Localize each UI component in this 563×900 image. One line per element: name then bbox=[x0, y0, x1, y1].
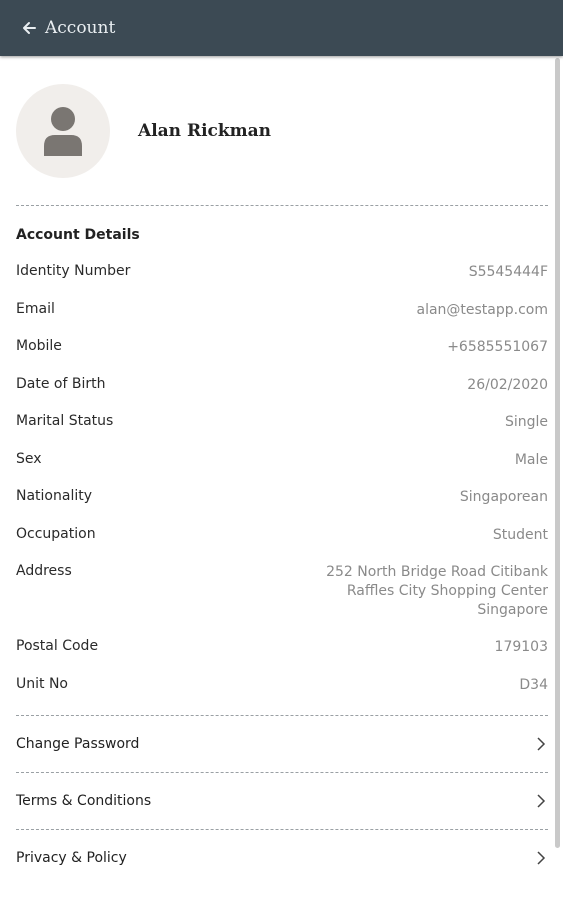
detail-row-date-of-birth: Date of Birth 26/02/2020 bbox=[16, 376, 548, 414]
detail-value: S5545444F bbox=[468, 264, 548, 280]
detail-label: Nationality bbox=[16, 488, 93, 504]
detail-row-sex: Sex Male bbox=[16, 451, 548, 489]
scrollbar[interactable] bbox=[555, 58, 560, 848]
detail-row-unit-no: Unit No D34 bbox=[16, 676, 548, 714]
chevron-right-icon bbox=[534, 794, 548, 808]
detail-label: Occupation bbox=[16, 525, 96, 542]
detail-value: 26/02/2020 bbox=[467, 376, 548, 393]
detail-label: Marital Status bbox=[16, 413, 114, 429]
page-title: Account bbox=[45, 18, 116, 38]
detail-row-occupation: Occupation Student bbox=[16, 526, 548, 564]
terms-conditions-link[interactable]: Terms & Conditions bbox=[16, 772, 548, 829]
address-line: 252 North Bridge Road Citibank bbox=[326, 564, 548, 580]
link-label: Terms & Conditions bbox=[16, 793, 152, 809]
privacy-policy-link[interactable]: Privacy & Policy bbox=[16, 829, 548, 886]
detail-label: Email bbox=[16, 300, 55, 317]
address-line: Singapore bbox=[477, 602, 548, 618]
profile-header: Alan Rickman bbox=[16, 56, 548, 206]
detail-label: Date of Birth bbox=[16, 375, 106, 392]
detail-label: Identity Number bbox=[16, 263, 131, 279]
detail-value: Singaporean bbox=[459, 489, 548, 505]
detail-label: Unit No bbox=[16, 675, 68, 692]
section-title-account-details: Account Details bbox=[16, 226, 140, 243]
detail-value: Single bbox=[504, 414, 548, 430]
detail-row-mobile: Mobile +6585551067 bbox=[16, 338, 548, 376]
detail-row-address: Address 252 North Bridge Road Citibank R… bbox=[16, 563, 548, 638]
detail-value: Male bbox=[514, 451, 548, 468]
detail-row-email: Email alan@testapp.com bbox=[16, 301, 548, 339]
detail-label: Sex bbox=[16, 450, 42, 467]
detail-value: 179103 bbox=[494, 639, 548, 655]
detail-row-identity-number: Identity Number S5545444F bbox=[16, 263, 548, 301]
detail-value: Student bbox=[492, 526, 548, 543]
detail-row-postal-code: Postal Code 179103 bbox=[16, 638, 548, 676]
link-label: Privacy & Policy bbox=[16, 850, 127, 866]
link-label: Change Password bbox=[16, 736, 140, 752]
detail-value: D34 bbox=[519, 676, 548, 693]
person-icon bbox=[44, 106, 82, 156]
account-details-list: Identity Number S5545444F Email alan@tes… bbox=[16, 263, 548, 715]
detail-row-marital-status: Marital Status Single bbox=[16, 413, 548, 451]
arrow-left-icon bbox=[23, 22, 36, 34]
back-button[interactable] bbox=[14, 13, 44, 43]
detail-label: Address bbox=[16, 563, 72, 579]
avatar bbox=[16, 83, 110, 178]
detail-label: Postal Code bbox=[16, 638, 99, 654]
chevron-right-icon bbox=[534, 737, 548, 751]
account-content: Alan Rickman Account Details Identity Nu… bbox=[16, 56, 548, 886]
app-bar: Account bbox=[0, 0, 563, 56]
user-name: Alan Rickman bbox=[138, 120, 272, 141]
change-password-link[interactable]: Change Password bbox=[16, 715, 548, 772]
detail-value: alan@testapp.com bbox=[416, 301, 548, 318]
detail-row-nationality: Nationality Singaporean bbox=[16, 488, 548, 526]
detail-label: Mobile bbox=[16, 338, 62, 354]
chevron-right-icon bbox=[534, 851, 548, 865]
detail-value-address: 252 North Bridge Road Citibank Raffles C… bbox=[326, 563, 548, 620]
address-line: Raffles City Shopping Center bbox=[346, 583, 548, 599]
detail-value: +6585551067 bbox=[447, 339, 548, 355]
